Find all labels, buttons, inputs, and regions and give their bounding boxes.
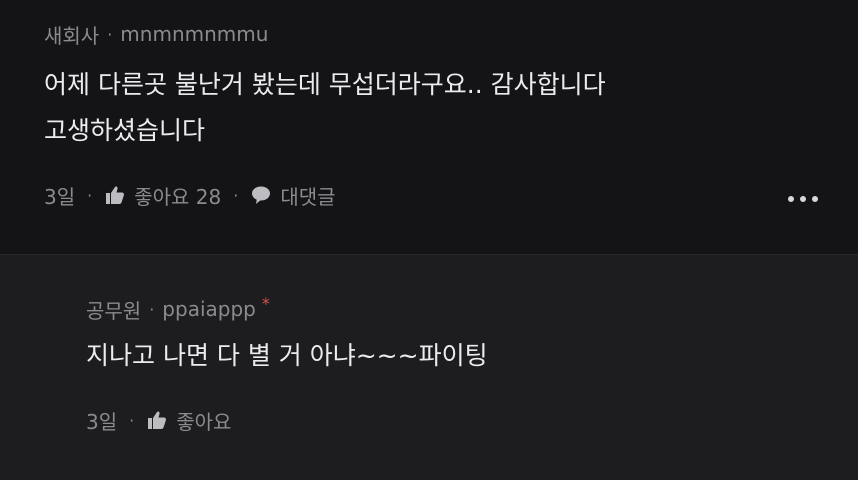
separator-dot: · (149, 299, 155, 319)
timestamp: 3일 (86, 409, 118, 434)
separator-dot: · (107, 24, 113, 44)
author-username[interactable]: ppaiappp (162, 297, 256, 321)
like-button[interactable]: 좋아요 (146, 406, 231, 435)
separator-dot: · (233, 185, 239, 205)
comment: 새회사 · mnmnmnmmu 어제 다른곳 불난거 봤는데 무섭더라구요.. … (0, 0, 858, 254)
like-button[interactable]: 좋아요 28 (104, 181, 221, 210)
comment-actions: 3일 · 좋아요 28 · 대댓글 (44, 180, 858, 210)
comment-line: 지나고 나면 다 별 거 아냐~~~파이팅 (86, 341, 488, 370)
author-username[interactable]: mnmnmnmmu (120, 22, 268, 46)
reply-button[interactable]: 대댓글 (250, 181, 336, 210)
more-options-icon[interactable] (788, 196, 818, 202)
comment-actions: 3일 · 좋아요 (86, 405, 858, 435)
separator-dot: · (87, 185, 93, 205)
comment-meta: 새회사 · mnmnmnmmu (44, 20, 858, 48)
comment-body: 지나고 나면 다 별 거 아냐~~~파이팅 (86, 333, 858, 379)
like-label: 좋아요 (176, 409, 232, 434)
separator-dot: · (129, 410, 135, 430)
speech-bubble-icon (250, 184, 272, 206)
reply-comment: 공무원 · ppaiappp * 지나고 나면 다 별 거 아냐~~~파이팅 3… (0, 254, 858, 480)
timestamp: 3일 (44, 184, 76, 209)
author-company[interactable]: 새회사 (44, 20, 99, 49)
comment-meta: 공무원 · ppaiappp * (86, 293, 858, 324)
like-count-label: 좋아요 28 (134, 184, 222, 209)
comment-body: 어제 다른곳 불난거 봤는데 무섭더라구요.. 감사합니다 고생하셨습니다 (44, 62, 858, 154)
author-badge: * (261, 293, 270, 313)
reply-label: 대댓글 (280, 184, 336, 209)
comment-line: 고생하셨습니다 (44, 116, 206, 145)
thumbs-up-icon (104, 184, 126, 206)
comment-line: 어제 다른곳 불난거 봤는데 무섭더라구요.. 감사합니다 (44, 70, 606, 99)
thumbs-up-icon (146, 409, 168, 431)
author-company[interactable]: 공무원 (86, 295, 141, 324)
